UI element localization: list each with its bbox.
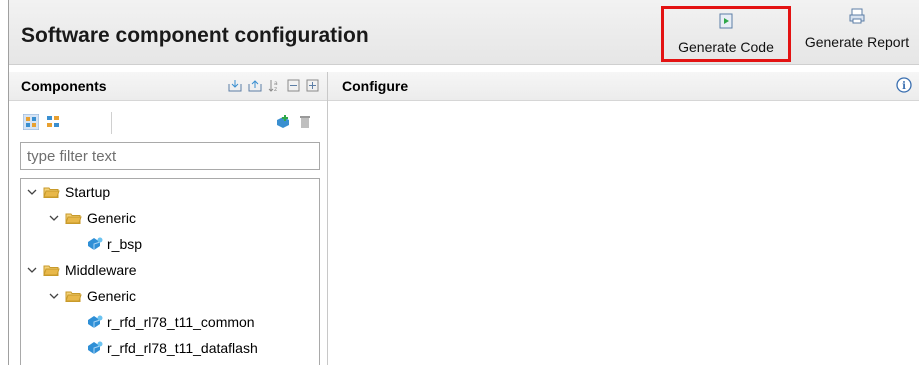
components-panel-header: Components az — [9, 72, 327, 101]
tree-node-label: Generic — [87, 288, 137, 304]
folder-open-icon — [65, 213, 82, 224]
chevron-down-icon[interactable] — [25, 263, 39, 277]
toolbar-separator — [111, 112, 112, 134]
collapse-all-icon[interactable] — [287, 79, 300, 92]
generate-report-label: Generate Report — [804, 34, 910, 50]
component-icon — [88, 237, 103, 250]
tree-node-startup[interactable]: Startup — [25, 182, 110, 202]
folder-open-icon — [43, 265, 60, 276]
svg-text:i: i — [902, 81, 906, 92]
expand-all-icon[interactable] — [306, 79, 319, 92]
component-view-icon[interactable] — [23, 114, 39, 130]
components-panel-title: Components — [21, 78, 107, 94]
configure-panel-header: Configure i — [328, 72, 919, 101]
generate-report-icon — [849, 8, 865, 24]
folder-open-icon — [65, 291, 82, 302]
components-toolbar — [21, 112, 319, 136]
tree-node-r-bsp[interactable]: r_bsp — [87, 234, 142, 254]
chevron-down-icon[interactable] — [47, 211, 61, 225]
generate-code-icon — [719, 13, 733, 29]
sort-alpha-icon[interactable]: az — [268, 79, 281, 92]
folder-open-icon — [43, 187, 60, 198]
tree-node-r-rfd-common[interactable]: r_rfd_rl78_t11_common — [87, 312, 255, 332]
add-component-icon[interactable] — [275, 114, 291, 130]
tree-node-generic[interactable]: Generic — [47, 286, 136, 306]
hierarchy-view-icon[interactable] — [45, 114, 61, 130]
tree-node-label: r_bsp — [107, 236, 143, 252]
components-tree: Startup Generic r_bsp Middleware Generic… — [20, 178, 320, 365]
page-header: Software component configuration Generat… — [9, 0, 919, 65]
tree-node-generic[interactable]: Generic — [47, 208, 136, 228]
tree-node-middleware[interactable]: Middleware — [25, 260, 137, 280]
generate-report-button[interactable]: Generate Report — [795, 4, 919, 60]
tree-node-label: Generic — [87, 210, 137, 226]
component-icon — [88, 315, 103, 328]
components-header-toolbar: az — [228, 79, 319, 92]
chevron-down-icon[interactable] — [25, 185, 39, 199]
tree-node-label: r_rfd_rl78_t11_common — [107, 314, 255, 330]
import-icon[interactable] — [228, 79, 242, 92]
component-icon — [88, 341, 103, 354]
configure-panel-title: Configure — [342, 78, 409, 94]
svg-text:z: z — [274, 86, 277, 92]
filter-input[interactable]: type filter text — [20, 142, 320, 170]
tree-node-label: Startup — [65, 184, 111, 200]
tree-node-label: r_rfd_rl78_t11_dataflash — [107, 340, 258, 356]
info-icon[interactable]: i — [896, 77, 912, 93]
generate-code-label: Generate Code — [678, 39, 774, 55]
tree-node-r-rfd-dataflash[interactable]: r_rfd_rl78_t11_dataflash — [87, 338, 258, 358]
generate-code-button[interactable]: Generate Code — [661, 6, 791, 62]
chevron-down-icon[interactable] — [47, 289, 61, 303]
export-icon[interactable] — [248, 79, 262, 92]
page-title: Software component configuration — [21, 24, 369, 47]
remove-component-icon[interactable] — [297, 114, 313, 130]
main-frame: Software component configuration Generat… — [8, 0, 919, 365]
components-panel: Components az type filter text Startup G… — [9, 72, 328, 365]
tree-node-label: Middleware — [65, 262, 137, 278]
